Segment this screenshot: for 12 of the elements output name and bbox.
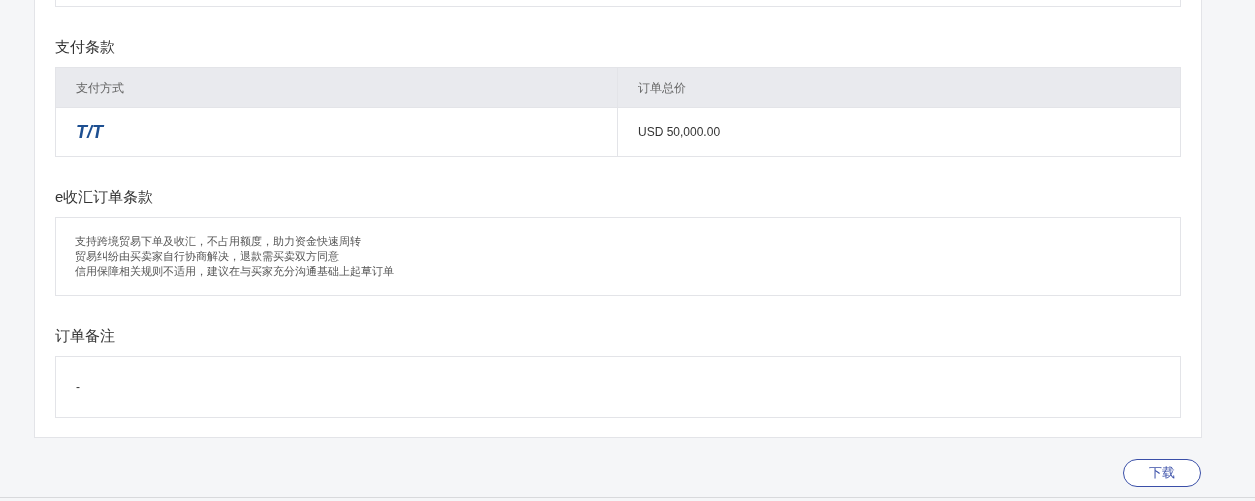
terms-line: 支持跨境贸易下单及收汇，不占用额度，助力资金快速周转 bbox=[75, 234, 362, 249]
column-header: 支付方式 bbox=[56, 68, 618, 107]
section-title: 支付条款 bbox=[55, 37, 116, 57]
remarks-text: - bbox=[76, 379, 80, 396]
terms-line: 贸易纠纷由买卖家自行协商解决，退款需买卖双方同意 bbox=[75, 249, 340, 264]
terms-line: 信用保障相关规则不适用，建议在与买家充分沟通基础上起草订单 bbox=[75, 264, 395, 279]
section-title: 订单备注 bbox=[55, 326, 116, 346]
section-title: e收汇订单条款 bbox=[55, 187, 155, 207]
payment-method-logo: T/T bbox=[76, 120, 103, 144]
download-button[interactable]: 下载 bbox=[1123, 459, 1201, 487]
table-cell-text: USD 50,000.00 bbox=[638, 124, 721, 141]
column-header: 订单总价 bbox=[637, 79, 687, 97]
